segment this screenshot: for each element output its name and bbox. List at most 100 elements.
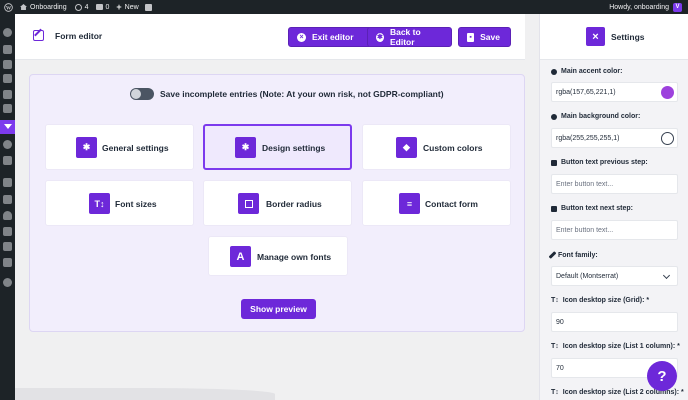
svg-text:W: W: [6, 5, 12, 11]
tools-icon[interactable]: [3, 227, 12, 236]
text-size-icon: T↕: [89, 193, 110, 214]
form-editor-panel: Save incomplete entries (Note: At your o…: [29, 74, 525, 332]
circle-menu-icon[interactable]: [3, 140, 12, 149]
card-border-radius[interactable]: Border radius: [203, 180, 352, 226]
card-design-settings[interactable]: ✱ Design settings: [203, 124, 352, 170]
plugins-icon[interactable]: [3, 195, 12, 204]
card-custom-colors[interactable]: ◆ Custom colors: [362, 124, 511, 170]
paint-bucket-icon: ◆: [396, 137, 417, 158]
site-name-link[interactable]: Onboarding: [20, 0, 67, 14]
card-label: Custom colors: [423, 143, 483, 153]
folder-icon[interactable]: [3, 156, 12, 165]
settings-sidebar: × Settings Main accent color: rgba(157,6…: [539, 14, 688, 400]
card-label: Manage own fonts: [257, 252, 332, 262]
chevron-down-icon: [662, 271, 671, 280]
page-title: Form editor: [55, 31, 103, 41]
card-label: Font sizes: [115, 199, 157, 209]
help-button[interactable]: ?: [647, 361, 677, 391]
button-text-next-label: Button text next step:: [551, 205, 633, 212]
card-contact-form[interactable]: ≡ Contact form: [362, 180, 511, 226]
wp-admin-bar: W Onboarding 4 0 + New Howdy, onboarding…: [0, 0, 688, 14]
pin-icon[interactable]: [3, 45, 12, 54]
site-name-label: Onboarding: [30, 3, 67, 11]
home-icon: [20, 4, 27, 10]
text-size-icon: T↕: [551, 343, 559, 350]
icon-size-grid-label: T↕ Icon desktop size (Grid): *: [551, 297, 650, 304]
gear-icon: ✱: [76, 137, 97, 158]
edit-icon: [33, 30, 44, 41]
close-settings-button[interactable]: ×: [586, 27, 605, 46]
show-preview-button[interactable]: Show preview: [241, 299, 316, 319]
save-button[interactable]: ▪ Save: [458, 27, 511, 47]
gear-icon: ✱: [235, 137, 256, 158]
save-label: Save: [480, 32, 500, 42]
form-plugin-icon[interactable]: [3, 104, 12, 113]
card-manage-own-fonts[interactable]: A Manage own fonts: [208, 236, 348, 276]
save-incomplete-row: Save incomplete entries (Note: At your o…: [130, 88, 444, 100]
grid-menu-icon[interactable]: [3, 258, 12, 267]
list-icon: ≡: [399, 193, 420, 214]
media-icon[interactable]: [3, 60, 12, 69]
card-label: General settings: [102, 143, 169, 153]
palette-icon: [551, 113, 557, 120]
pencil-icon: [548, 251, 557, 259]
icon-size-grid-input[interactable]: 90: [551, 312, 678, 332]
scroll-shadow: [15, 388, 275, 400]
settings-header: × Settings: [540, 14, 688, 60]
wp-logo-icon[interactable]: W: [4, 0, 13, 14]
appearance-icon[interactable]: [3, 178, 12, 187]
font-family-select[interactable]: Default (Montserrat): [551, 266, 678, 286]
text-size-icon: T↕: [551, 389, 559, 396]
plugin-logo-icon[interactable]: [144, 0, 152, 14]
text-size-icon: T↕: [551, 297, 559, 304]
button-text-previous-label: Button text previous step:: [551, 159, 648, 166]
tag-icon: [551, 205, 557, 212]
back-to-editor-label: Back to Editor: [389, 27, 421, 47]
comments-menu-icon[interactable]: [3, 90, 12, 99]
card-general-settings[interactable]: ✱ General settings: [45, 124, 194, 170]
background-color-swatch[interactable]: [661, 132, 674, 145]
updates-link[interactable]: 4: [74, 0, 89, 14]
updates-count: 4: [84, 3, 89, 11]
updates-icon: [74, 3, 82, 11]
main-background-color-input[interactable]: rgba(255,255,255,1): [551, 128, 678, 148]
users-icon[interactable]: [3, 211, 12, 220]
square-icon: [238, 193, 259, 214]
settings-icon[interactable]: [3, 242, 12, 251]
pages-icon[interactable]: [3, 74, 12, 83]
main-accent-color-input[interactable]: rgba(157,65,221,1): [551, 82, 678, 102]
button-text-next-input[interactable]: Enter button text...: [551, 220, 678, 240]
comments-count: 0: [105, 3, 110, 11]
exit-editor-label: Exit editor: [312, 32, 354, 42]
avatar[interactable]: V: [673, 2, 682, 12]
button-text-previous-input[interactable]: Enter button text...: [551, 174, 678, 194]
greeting-text[interactable]: Howdy, onboarding: [609, 4, 669, 11]
save-icon: ▪: [467, 32, 475, 42]
card-font-sizes[interactable]: T↕ Font sizes: [45, 180, 194, 226]
card-label: Contact form: [425, 199, 478, 209]
tag-icon: [551, 159, 557, 166]
new-content-link[interactable]: + New: [116, 0, 138, 14]
back-to-editor-button[interactable]: ✱ Back to Editor: [367, 27, 452, 47]
new-label: New: [124, 3, 139, 11]
editor-header: Form editor × Exit editor ✱ Back to Edit…: [15, 14, 525, 60]
comment-icon: [95, 4, 103, 10]
active-plugin-menu-icon[interactable]: [0, 120, 15, 134]
settings-title: Settings: [611, 32, 645, 42]
plus-icon: +: [116, 2, 122, 12]
wp-admin-menu: [0, 14, 15, 400]
font-family-label: Font family:: [548, 251, 598, 259]
card-label: Border radius: [266, 199, 322, 209]
save-incomplete-label: Save incomplete entries (Note: At your o…: [160, 89, 444, 99]
dashboard-icon[interactable]: [3, 28, 12, 37]
icon-size-list1-label: T↕ Icon desktop size (List 1 column): *: [551, 343, 680, 350]
save-incomplete-toggle[interactable]: [130, 88, 154, 100]
play-icon[interactable]: [3, 278, 12, 287]
main-accent-color-label: Main accent color:: [551, 68, 622, 75]
main-background-color-label: Main background color:: [551, 113, 640, 120]
card-label: Design settings: [262, 143, 326, 153]
accent-color-swatch[interactable]: [661, 86, 674, 99]
gear-icon: ✱: [376, 32, 384, 42]
comments-link[interactable]: 0: [95, 0, 110, 14]
exit-editor-button[interactable]: × Exit editor: [288, 27, 372, 47]
